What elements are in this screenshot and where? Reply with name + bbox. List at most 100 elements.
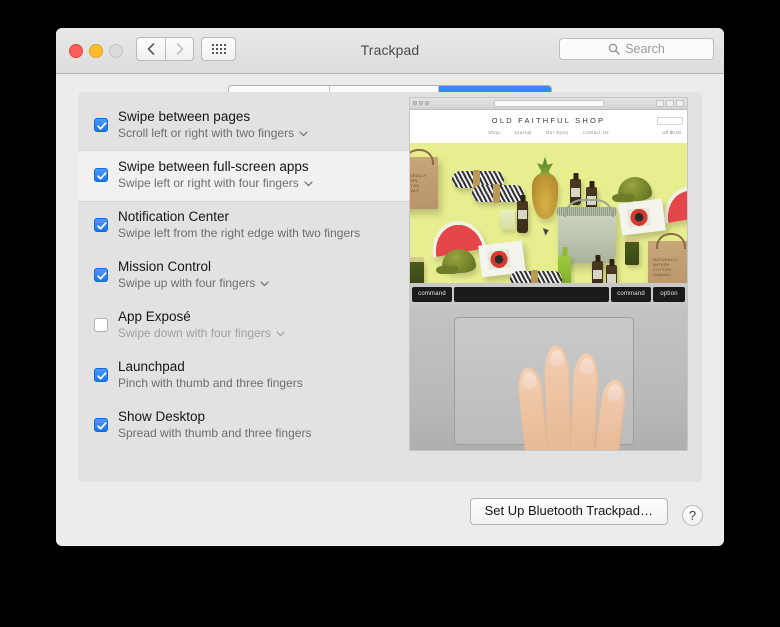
gesture-row-notification-center[interactable]: Notification Center Swipe left from the … [78,200,413,250]
gesture-text: Swipe between full-screen apps Swipe lef… [118,159,313,191]
checkmark-icon [97,222,107,230]
finger-2 [543,344,574,450]
search-input[interactable]: Search [559,38,714,60]
gesture-subtitle-wrap[interactable]: Swipe down with four fingers [118,326,285,341]
finger-3 [569,352,600,450]
gesture-row-swipe-between-pages[interactable]: Swipe between pages Scroll left or right… [78,100,413,150]
cart-box [657,117,683,125]
trackpad-preferences-window: Trackpad Search Point & Click Scroll & Z… [56,28,724,546]
hand-four-fingers [516,329,644,450]
gesture-subtitle: Spread with thumb and three fingers [118,426,312,440]
gesture-subtitle-wrap[interactable]: Swipe left or right with four fingers [118,176,313,191]
gesture-row-mission-control[interactable]: Mission Control Swipe up with four finge… [78,250,413,300]
gesture-row-app-expose[interactable]: App Exposé Swipe down with four fingers [78,300,413,350]
gesture-subtitle: Swipe left from the right edge with two … [118,226,361,240]
photo-object-towel-3 [510,270,562,283]
gesture-subtitle: Pinch with thumb and three fingers [118,376,303,390]
gesture-title: App Exposé [118,309,191,324]
photo-object-jar-left [410,257,424,283]
shop-nav-link-shop: Shop [488,130,501,135]
gesture-text: Launchpad Pinch with thumb and three fin… [118,359,303,391]
gesture-row-swipe-between-full-screen-apps[interactable]: Swipe between full-screen apps Swipe lef… [78,150,413,202]
browser-toolbar-icons [656,100,684,107]
bag-text: NATURALLY WOVEN COTTON CANVAS [410,173,427,193]
photo-object-candle [500,210,515,230]
gesture-text: Show Desktop Spread with thumb and three… [118,409,311,441]
gesture-title: Show Desktop [118,409,206,424]
gesture-preview-video: OLD FAITHFUL SHOP Shop Journal Our Story… [410,98,687,450]
photo-object-bottle-5 [606,265,617,283]
photo-object-cap-top [612,177,652,202]
checkmark-icon [97,422,107,430]
checkbox-show-desktop[interactable] [94,418,108,432]
gesture-subtitle-wrap: Swipe left from the right edge with two … [118,226,360,241]
gesture-title: Launchpad [118,359,185,374]
photo-object-towel-2 [472,184,524,203]
key-space [454,286,609,302]
window-titlebar: Trackpad Search [56,28,724,74]
preview-browser-chrome [410,98,687,110]
photo-object-bottle-3 [517,201,528,233]
gesture-title: Swipe between full-screen apps [118,159,309,174]
mouse-cursor-icon [542,226,551,236]
photo-object-pineapple-top [532,173,558,219]
gesture-subtitle: Swipe up with four fingers [118,276,256,290]
gesture-subtitle-wrap[interactable]: Swipe up with four fingers [118,276,270,291]
preview-shop-header: OLD FAITHFUL SHOP Shop Journal Our Story… [410,110,687,143]
chevron-down-icon[interactable] [260,276,270,291]
gesture-subtitle-wrap: Spread with thumb and three fingers [118,426,311,441]
shop-nav: Shop Journal Our Story Contact Us [410,130,687,135]
bag-text: NATURALLY WOVEN COTTON CANVAS [653,257,679,277]
key-command-left: command [412,286,452,302]
photo-object-magazine-top [618,198,666,236]
browser-traffic-lights-icon [413,101,429,105]
gesture-subtitle: Scroll left or right with two fingers [118,126,295,140]
key-option: option [653,286,685,302]
shop-nav-link-contact-us: Contact Us [582,130,609,135]
key-command-right: command [611,286,651,302]
chevron-down-icon[interactable] [304,176,313,191]
photo-object-bottle-4 [592,261,603,283]
gesture-subtitle-wrap[interactable]: Scroll left or right with two fingers [118,126,308,141]
gesture-list: Swipe between pages Scroll left or right… [78,100,413,450]
checkmark-icon [97,172,107,180]
checkmark-icon [97,372,107,380]
search-icon [608,43,620,55]
preview-trackpad-photo [410,305,687,450]
checkbox-app-expose[interactable] [94,318,108,332]
gesture-text: Mission Control Swipe up with four finge… [118,259,270,291]
set-up-bluetooth-trackpad-button[interactable]: Set Up Bluetooth Trackpad… [469,498,668,525]
photo-object-jar-right [625,237,639,265]
photo-object-bag-left: NATURALLY WOVEN COTTON CANVAS [410,149,438,209]
chevron-down-icon[interactable] [276,326,285,341]
chevron-down-icon[interactable] [299,126,308,141]
gesture-subtitle-wrap: Pinch with thumb and three fingers [118,376,303,391]
checkbox-notification-center[interactable] [94,218,108,232]
gesture-text: Notification Center Swipe left from the … [118,209,360,241]
checkbox-launchpad[interactable] [94,368,108,382]
gesture-title: Swipe between pages [118,109,251,124]
shop-nav-link-our-story: Our Story [545,130,569,135]
checkbox-swipe-between-full-screen-apps[interactable] [94,168,108,182]
shop-name: OLD FAITHFUL SHOP [491,116,606,125]
browser-address-bar [493,100,604,107]
gesture-row-show-desktop[interactable]: Show Desktop Spread with thumb and three… [78,400,413,450]
checkbox-swipe-between-pages[interactable] [94,118,108,132]
gesture-title: Notification Center [118,209,230,224]
preview-product-photo: NATURALLY WOVEN COTTON CANVAS [410,143,687,283]
gesture-row-launchpad[interactable]: Launchpad Pinch with thumb and three fin… [78,350,413,400]
preview-keyboard-strip: command command option [410,283,687,305]
gesture-text: App Exposé Swipe down with four fingers [118,309,285,341]
gesture-subtitle: Swipe down with four fingers [118,326,271,340]
shop-nav-link-journal: Journal [514,130,532,135]
shop-cart-total: US $0.00 [662,130,681,135]
checkbox-mission-control[interactable] [94,268,108,282]
checkmark-icon [97,122,107,130]
photo-object-cap-bottom [436,249,476,274]
settings-panel: Swipe between pages Scroll left or right… [78,92,702,482]
photo-object-bag-right: NATURALLY WOVEN COTTON CANVAS [648,233,687,283]
gesture-text: Swipe between pages Scroll left or right… [118,109,308,141]
screen: Trackpad Search Point & Click Scroll & Z… [0,0,780,627]
help-button[interactable]: ? [682,505,703,526]
gesture-title: Mission Control [118,259,212,274]
